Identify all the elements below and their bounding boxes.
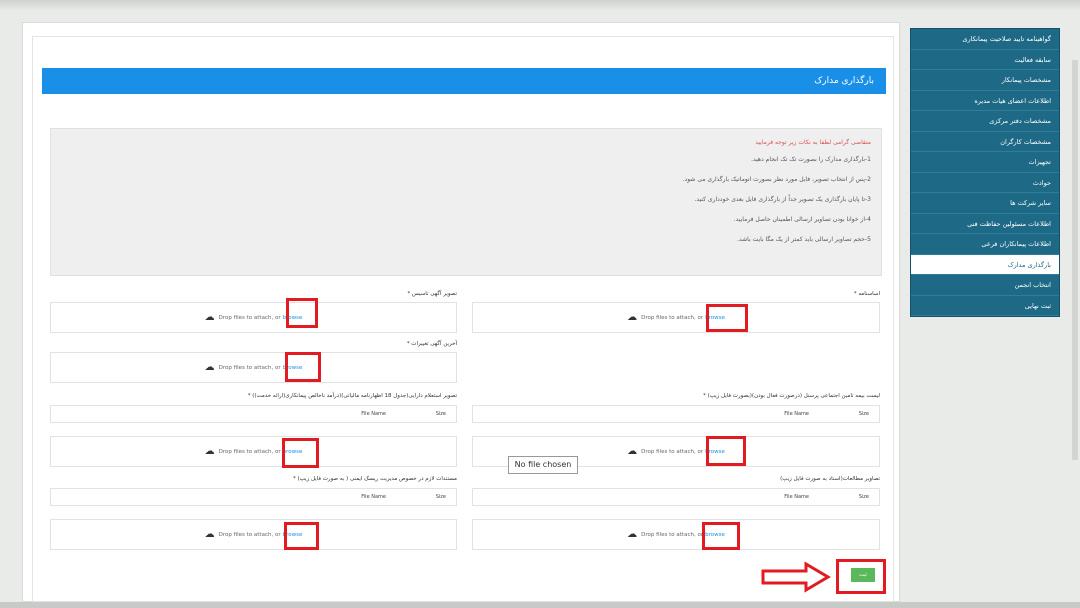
bimeh-list-label: لیست بیمه تامین اجتماعی پرسنل (درصورت فع…: [703, 393, 880, 399]
sidebar-item-activity-history[interactable]: سابقه فعالیت: [911, 50, 1059, 70]
file-name-header: File Name: [784, 411, 809, 417]
notice-item: 4-از خوانا بودن تصاویر ارسالی اطمینان حا…: [733, 216, 871, 223]
submit-button[interactable]: ثبت: [851, 568, 875, 582]
asasnameh-drop-zone[interactable]: ☁ Drop files to attach, or browse: [472, 302, 880, 333]
mostanadat-risk-label: مستندات لازم در خصوص مدیریت ریسک ایمنی (…: [293, 476, 457, 482]
tasavir-motaleat-label: تصاویر مطالعات(اسناد به صورت فایل زیپ): [780, 476, 880, 482]
page-scrollbar[interactable]: [1072, 60, 1078, 460]
sidebar-item-head-office[interactable]: مشخصات دفتر مرکزی: [911, 111, 1059, 132]
size-header: Size: [435, 411, 446, 417]
agahi-tasis-label: تصویر آگهی تاسیس *: [407, 291, 457, 297]
sidebar-item-workers[interactable]: مشخصات کارگران: [911, 132, 1059, 152]
sidebar-item-contractor-info[interactable]: مشخصات پیمانکار: [911, 70, 1059, 91]
sidebar-item-select-association[interactable]: انتخاب انجمن: [911, 275, 1059, 296]
motaleat-drop-zone[interactable]: ☁ Drop files to attach, or browse: [472, 519, 880, 550]
page-header: بارگذاری مدارک: [42, 68, 886, 94]
notice-box: متقاضی گرامی لطفا به نکات زیر توجه فرمای…: [50, 128, 882, 276]
browse-highlight: [282, 438, 319, 468]
risk-file-table: Size File Name: [50, 488, 457, 506]
file-name-header: File Name: [361, 494, 386, 500]
sidebar-item-other-companies[interactable]: سایر شرکت ها: [911, 193, 1059, 214]
size-header: Size: [858, 411, 869, 417]
agahi-tasis-drop-zone[interactable]: ☁ Drop files to attach, or browse: [50, 302, 457, 333]
cloud-upload-icon: ☁: [627, 446, 638, 457]
akharin-agahi-label: آخرین آگهی تغییرات *: [406, 341, 457, 347]
browse-highlight: [285, 352, 321, 382]
file-tooltip: No file chosen: [508, 456, 578, 474]
bottom-scrollbar[interactable]: [0, 602, 1080, 608]
sidebar-item-incidents[interactable]: حوادث: [911, 173, 1059, 193]
cloud-upload-icon: ☁: [204, 362, 215, 373]
size-header: Size: [858, 494, 869, 500]
akharin-agahi-drop-zone[interactable]: ☁ Drop files to attach, or browse: [50, 352, 457, 383]
drop-text: Drop files to attach, or: [641, 448, 704, 455]
sidebar-item-subcontractors[interactable]: اطلاعات پیمانکاران فرعی: [911, 234, 1059, 255]
risk-drop-zone[interactable]: ☁ Drop files to attach, or browse: [50, 519, 457, 550]
browse-highlight: [702, 522, 740, 550]
sidebar-item-equipment[interactable]: تجهیزات: [911, 152, 1059, 173]
drop-text: Drop files to attach, or: [641, 531, 704, 538]
size-header: Size: [435, 494, 446, 500]
notice-title: متقاضی گرامی لطفا به نکات زیر توجه فرمای…: [755, 139, 871, 146]
cloud-upload-icon: ☁: [627, 529, 638, 540]
notice-item: 2-پس از انتخاب تصویر، فایل مورد نظر بصور…: [682, 176, 871, 183]
sidebar-item-certificate[interactable]: گواهینامه تایید صلاحیت پیمانکاری: [911, 29, 1059, 50]
asasnameh-label: اساسنامه *: [853, 291, 880, 297]
sidebar-item-safety-officers[interactable]: اطلاعات مسئولین حفاظت فنی: [911, 214, 1059, 234]
browse-highlight: [706, 304, 748, 332]
cloud-upload-icon: ☁: [204, 446, 215, 457]
file-name-header: File Name: [361, 411, 386, 417]
cloud-upload-icon: ☁: [204, 529, 215, 540]
estelam-drop-zone[interactable]: ☁ Drop files to attach, or browse: [50, 436, 457, 467]
browser-top-strip: [0, 0, 1080, 10]
notice-item: 3-تا پایان بارگذاری یک تصویر جداً از بار…: [694, 196, 871, 203]
drop-text: Drop files to attach, or: [218, 531, 281, 538]
estelam-darayi-label: تصویر استعلام دارایی(جدول 18 اظهارنامه م…: [247, 393, 457, 399]
estelam-file-table: Size File Name: [50, 405, 457, 423]
bimeh-file-table: Size File Name: [472, 405, 880, 423]
cloud-upload-icon: ☁: [204, 312, 215, 323]
drop-text: Drop files to attach, or: [641, 314, 704, 321]
browse-highlight: [284, 522, 319, 550]
drop-text: Drop files to attach, or: [218, 448, 281, 455]
drop-text: Drop files to attach, or: [218, 364, 281, 371]
file-name-header: File Name: [784, 494, 809, 500]
notice-item: 5-حجم تصاویر ارسالی باید کمتر از یک مگا …: [737, 236, 871, 243]
sidebar-menu: گواهینامه تایید صلاحیت پیمانکاری سابقه ف…: [910, 28, 1060, 317]
motaleat-file-table: Size File Name: [472, 488, 880, 506]
sidebar-item-final-submit[interactable]: ثبت نهایی: [911, 296, 1059, 316]
drop-text: Drop files to attach, or: [218, 314, 281, 321]
sidebar-item-board-members[interactable]: اطلاعات اعضای هیات مدیره: [911, 91, 1059, 111]
browse-highlight: [706, 436, 746, 466]
browse-highlight: [286, 298, 318, 328]
cloud-upload-icon: ☁: [627, 312, 638, 323]
page-title: بارگذاری مدارک: [814, 76, 874, 86]
arrow-right-icon: [761, 561, 831, 593]
notice-item: 1-بارگذاری مدارک را بصورت تک تک انجام ده…: [751, 156, 871, 163]
sidebar-item-upload-documents[interactable]: بارگذاری مدارک: [911, 254, 1059, 275]
